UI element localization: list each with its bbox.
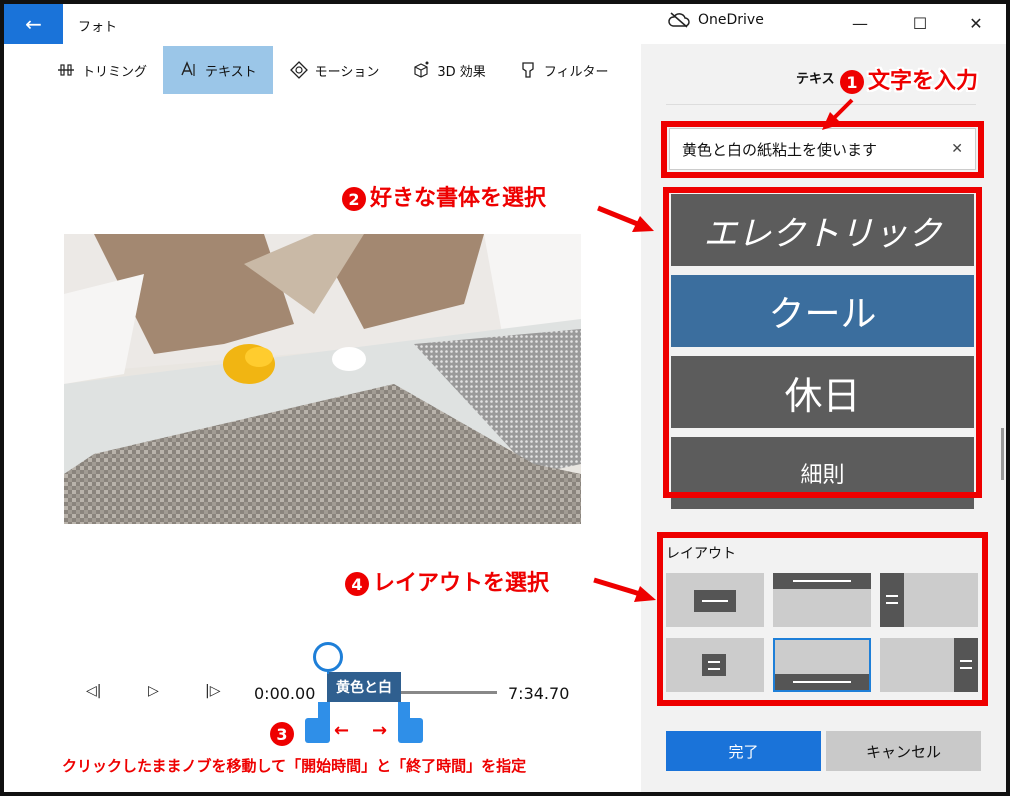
video-frame-image [64,234,581,524]
maximize-icon: ☐ [912,13,928,33]
next-frame-button[interactable]: |▷ [205,683,220,699]
tool-3d-effects[interactable]: 3D 効果 [395,46,501,94]
3d-effect-icon [414,61,429,78]
arrow-shaft [593,577,641,597]
onedrive-label: OneDrive [698,12,764,28]
end-time-handle[interactable] [398,718,423,743]
clip-label: 黄色と白 [336,680,392,696]
step1-annotation: 1 文字を入力 [840,63,978,95]
step1-text: 文字を入力 [868,69,979,94]
step2-annotation: 2 好きな書体を選択 [342,180,546,212]
timeline-track[interactable] [400,691,497,694]
annotation-arrows [597,98,854,232]
step3-number: 3 [270,722,294,746]
minimize-button[interactable]: — [840,8,880,38]
skip-back-icon: ◁| [86,683,102,699]
step4-annotation: 4 レイアウトを選択 [345,565,549,597]
drag-left-arrow: ← [334,720,350,741]
editing-toolbar: トリミング テキスト モーション 3D 効果 フィルター [40,46,625,94]
maximize-button[interactable]: ☐ [900,8,940,38]
step4-number: 4 [345,572,369,596]
highlight-layout [657,532,988,706]
onedrive-status[interactable]: OneDrive [668,12,764,28]
arrow-shaft [597,205,641,228]
tool-filters[interactable]: フィルター [502,46,625,94]
play-button[interactable]: ▷ [148,683,159,699]
tool-3d-effects-label: 3D 効果 [437,64,486,80]
drag-right-arrow: → [372,720,388,741]
step3-text: クリックしたままノブを移動して「開始時間」と「終了時間」を指定 [62,757,527,775]
play-icon: ▷ [148,683,159,699]
current-time: 0:00.00 [254,684,316,703]
tool-filters-label: フィルター [543,64,609,80]
playhead-knob[interactable] [313,642,343,672]
tool-motion-label: モーション [314,64,380,80]
step4-text: レイアウトを選択 [373,571,550,596]
total-duration: 7:34.70 [508,684,570,703]
panel-scrollbar[interactable] [1001,428,1004,480]
close-button[interactable]: ✕ [956,8,996,38]
tool-motion[interactable]: モーション [273,46,396,94]
tool-text-label: テキスト [205,64,257,80]
video-preview[interactable] [64,234,581,524]
cloud-off-icon [668,12,690,28]
tool-text[interactable]: テキスト [163,46,273,94]
done-button[interactable]: 完了 [666,731,821,771]
trim-icon [58,64,74,76]
app-title: フォト [78,20,118,35]
previous-frame-button[interactable]: ◁| [86,683,101,699]
tool-trim[interactable]: トリミング [40,46,163,94]
text-icon [181,61,195,76]
step2-text: 好きな書体を選択 [370,186,547,211]
close-icon: ✕ [969,13,983,33]
panel-title: テキス [796,72,835,87]
cancel-button[interactable]: キャンセル [826,731,981,771]
text-clip-segment[interactable]: 黄色と白 [327,672,401,702]
step3-annotation: 3 [270,722,298,746]
motion-icon [289,61,308,79]
back-button[interactable]: ← [4,4,63,44]
filter-icon [522,62,534,78]
layout-arrow [593,577,656,602]
minimize-icon: — [852,13,868,33]
start-time-handle[interactable] [305,718,330,743]
tool-trim-label: トリミング [82,64,148,80]
step1-number: 1 [840,70,864,94]
step2-number: 2 [342,187,366,211]
back-arrow-icon: ← [25,12,42,36]
arrow-head [634,586,656,602]
skip-forward-icon: |▷ [205,683,221,699]
